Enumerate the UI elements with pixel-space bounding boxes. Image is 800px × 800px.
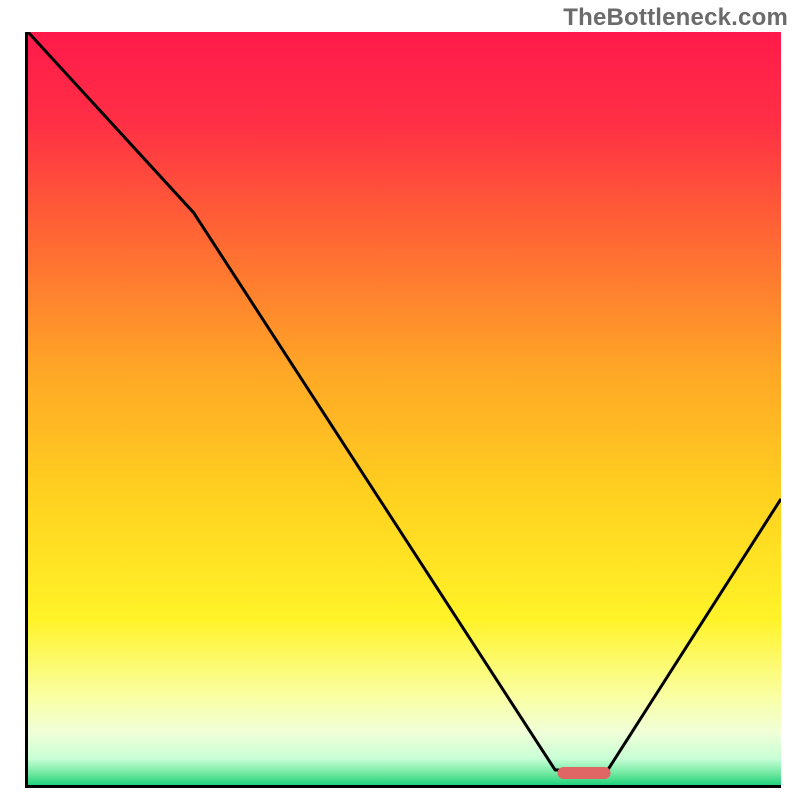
bottleneck-marker bbox=[557, 767, 610, 779]
watermark-label: TheBottleneck.com bbox=[563, 4, 788, 32]
chart-plot-area bbox=[25, 32, 781, 788]
chart-curve bbox=[28, 32, 781, 785]
